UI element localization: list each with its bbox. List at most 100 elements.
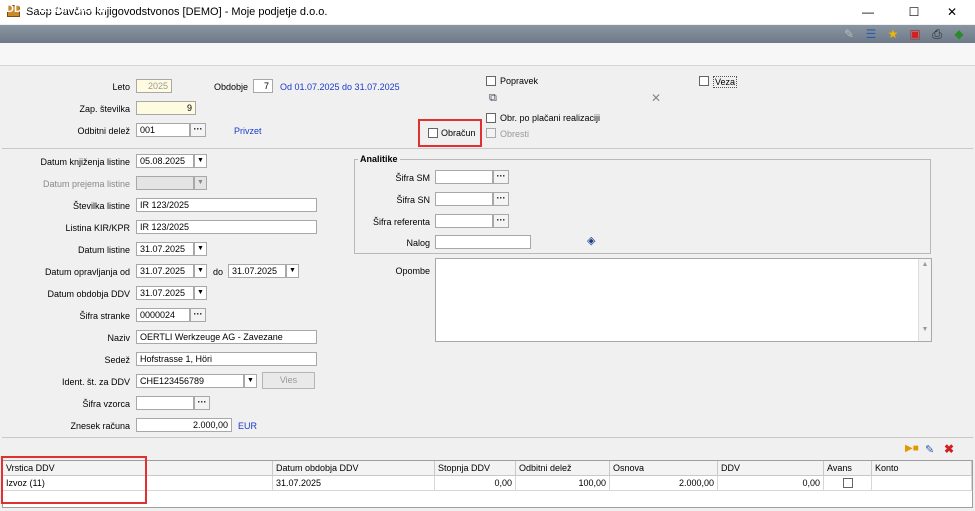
znesek-label: Znesek računa bbox=[70, 421, 130, 431]
obdobje-range: Od 01.07.2025 do 31.07.2025 bbox=[280, 82, 400, 92]
sifra-stranke-label: Šifra stranke bbox=[79, 311, 130, 321]
datum-prejema-dropdown: ▼ bbox=[194, 176, 207, 190]
datum-knjizenja-dropdown[interactable]: ▼ bbox=[194, 154, 207, 168]
datum-listine-field[interactable]: 31.07.2025 bbox=[136, 242, 194, 256]
delete-row-icon[interactable]: ✖ bbox=[944, 442, 954, 456]
datum-knjizenja-field[interactable]: 05.08.2025 bbox=[136, 154, 194, 168]
vzorca-lookup-button[interactable]: ··· bbox=[194, 396, 210, 410]
ident-label: Ident. št. za DDV bbox=[61, 377, 130, 387]
grid-cell-avans[interactable] bbox=[824, 476, 872, 491]
vzorca-field[interactable] bbox=[136, 396, 194, 410]
grid-header-stopnja[interactable]: Stopnja DDV bbox=[435, 461, 516, 476]
obr-placani-checkbox[interactable] bbox=[486, 113, 496, 123]
listina-label: Listina KIR/KPR bbox=[65, 223, 130, 233]
grid-header-ddv[interactable]: DDV bbox=[718, 461, 824, 476]
privzet-link[interactable]: Privzet bbox=[234, 126, 262, 136]
notebook-icon[interactable]: ◈ bbox=[587, 234, 595, 247]
sm-field[interactable] bbox=[435, 170, 493, 184]
page-title: DDV - Izdani računi bbox=[6, 3, 107, 15]
vies-button[interactable]: Vies bbox=[262, 372, 315, 389]
close-button[interactable]: ✕ bbox=[929, 0, 975, 24]
copy-icon[interactable]: ⧉ bbox=[489, 92, 505, 104]
grid-cell-konto[interactable] bbox=[872, 476, 972, 491]
grid-cell-datum[interactable]: 31.07.2025 bbox=[273, 476, 435, 491]
grid-cell-ddv[interactable]: 0,00 bbox=[718, 476, 824, 491]
veza-checkbox[interactable] bbox=[699, 76, 709, 86]
opravljanja-do-dropdown[interactable]: ▼ bbox=[286, 264, 299, 278]
sn-field[interactable] bbox=[435, 192, 493, 206]
obr-placani-label: Obr. po plačani realizaciji bbox=[500, 113, 601, 123]
odbitni-field[interactable]: 001 bbox=[136, 123, 190, 137]
popravek-checkbox[interactable] bbox=[486, 76, 496, 86]
datum-prejema-label: Datum prejema listine bbox=[42, 179, 130, 189]
edit-row-icon[interactable]: ✎ bbox=[925, 443, 934, 456]
grid-header-konto[interactable]: Konto bbox=[872, 461, 972, 476]
stevilka-label: Številka listine bbox=[72, 201, 130, 211]
sm-lookup-button[interactable]: ··· bbox=[493, 170, 509, 184]
grid-cell-stopnja[interactable]: 0,00 bbox=[435, 476, 516, 491]
avans-checkbox[interactable] bbox=[842, 478, 853, 488]
opombe-label: Opombe bbox=[395, 266, 430, 276]
odbitni-lookup-button[interactable]: ··· bbox=[190, 123, 206, 137]
header-band bbox=[0, 25, 975, 43]
currency-label: EUR bbox=[238, 421, 258, 431]
separator bbox=[2, 437, 973, 438]
vrstica-highlight bbox=[1, 456, 147, 504]
opravljanja-od-field[interactable]: 31.07.2025 bbox=[136, 264, 194, 278]
grid-header-odbitni[interactable]: Odbitni delež bbox=[516, 461, 610, 476]
pdf-icon[interactable]: ▣ bbox=[908, 27, 922, 41]
naziv-field[interactable]: OERTLI Werkzeuge AG - Zavezane bbox=[136, 330, 317, 344]
znesek-field[interactable]: 2.000,00 bbox=[136, 418, 232, 432]
scroll-down-icon[interactable]: ▼ bbox=[919, 326, 931, 333]
print-icon[interactable]: ⎙ bbox=[930, 27, 944, 41]
veza-label: Veza bbox=[713, 76, 738, 88]
scroll-up-icon[interactable]: ▲ bbox=[919, 261, 931, 268]
referent-field[interactable] bbox=[435, 214, 493, 228]
opravljanja-od-dropdown[interactable]: ▼ bbox=[194, 264, 207, 278]
vzorca-label: Šifra vzorca bbox=[82, 399, 130, 409]
book-icon[interactable]: ◆ bbox=[952, 27, 966, 41]
naziv-label: Naziv bbox=[107, 333, 130, 343]
obdobje-label: Obdobje bbox=[213, 82, 248, 92]
obdobja-dropdown[interactable]: ▼ bbox=[194, 286, 207, 300]
close-x-icon[interactable]: ✕ bbox=[651, 91, 661, 105]
list-icon[interactable]: ☰ bbox=[864, 27, 878, 41]
minimize-button[interactable]: — bbox=[845, 0, 891, 24]
star-icon[interactable]: ★ bbox=[886, 27, 900, 41]
obdobja-field[interactable]: 31.07.2025 bbox=[136, 286, 194, 300]
obracun-checkbox[interactable] bbox=[428, 128, 438, 138]
grid-header-datum[interactable]: Datum obdobja DDV bbox=[273, 461, 435, 476]
opombe-scrollbar[interactable]: ▲ ▼ bbox=[918, 259, 931, 341]
sifra-stranke-lookup-button[interactable]: ··· bbox=[190, 308, 206, 322]
referent-lookup-button[interactable]: ··· bbox=[493, 214, 509, 228]
stevilka-field[interactable]: IR 123/2025 bbox=[136, 198, 317, 212]
opravljanja-do-field[interactable]: 31.07.2025 bbox=[228, 264, 286, 278]
obdobje-field[interactable]: 7 bbox=[253, 79, 273, 93]
ident-field[interactable]: CHE123456789 bbox=[136, 374, 244, 388]
add-row-icon[interactable]: ▶■ bbox=[905, 443, 919, 454]
sn-lookup-button[interactable]: ··· bbox=[493, 192, 509, 206]
sifra-stranke-field[interactable]: 0000024 bbox=[136, 308, 190, 322]
edit-icon[interactable]: ✎ bbox=[842, 27, 856, 41]
sedez-field[interactable]: Hofstrasse 1, Höri bbox=[136, 352, 317, 366]
ident-dropdown[interactable]: ▼ bbox=[244, 374, 257, 388]
grid-cell-osnova[interactable]: 2.000,00 bbox=[610, 476, 718, 491]
zap-label: Zap. številka bbox=[79, 104, 130, 114]
grid-cell-odbitni[interactable]: 100,00 bbox=[516, 476, 610, 491]
grid-header-osnova[interactable]: Osnova bbox=[610, 461, 718, 476]
nalog-label: Nalog bbox=[406, 238, 430, 248]
obresti-checkbox bbox=[486, 128, 496, 138]
leto-label: Leto bbox=[112, 82, 130, 92]
opombe-textarea[interactable] bbox=[435, 258, 932, 342]
listina-field[interactable]: IR 123/2025 bbox=[136, 220, 317, 234]
grid-header-avans[interactable]: Avans bbox=[824, 461, 872, 476]
obdobja-label: Datum obdobja DDV bbox=[47, 289, 130, 299]
obresti-label: Obresti bbox=[500, 129, 530, 139]
sm-label: Šifra SM bbox=[395, 173, 430, 183]
datum-prejema-field bbox=[136, 176, 194, 190]
datum-listine-dropdown[interactable]: ▼ bbox=[194, 242, 207, 256]
nalog-field[interactable] bbox=[435, 235, 531, 249]
zap-field: 9 bbox=[136, 101, 196, 115]
analitike-title: Analitike bbox=[358, 154, 400, 164]
odbitni-label: Odbitni delež bbox=[77, 126, 130, 136]
